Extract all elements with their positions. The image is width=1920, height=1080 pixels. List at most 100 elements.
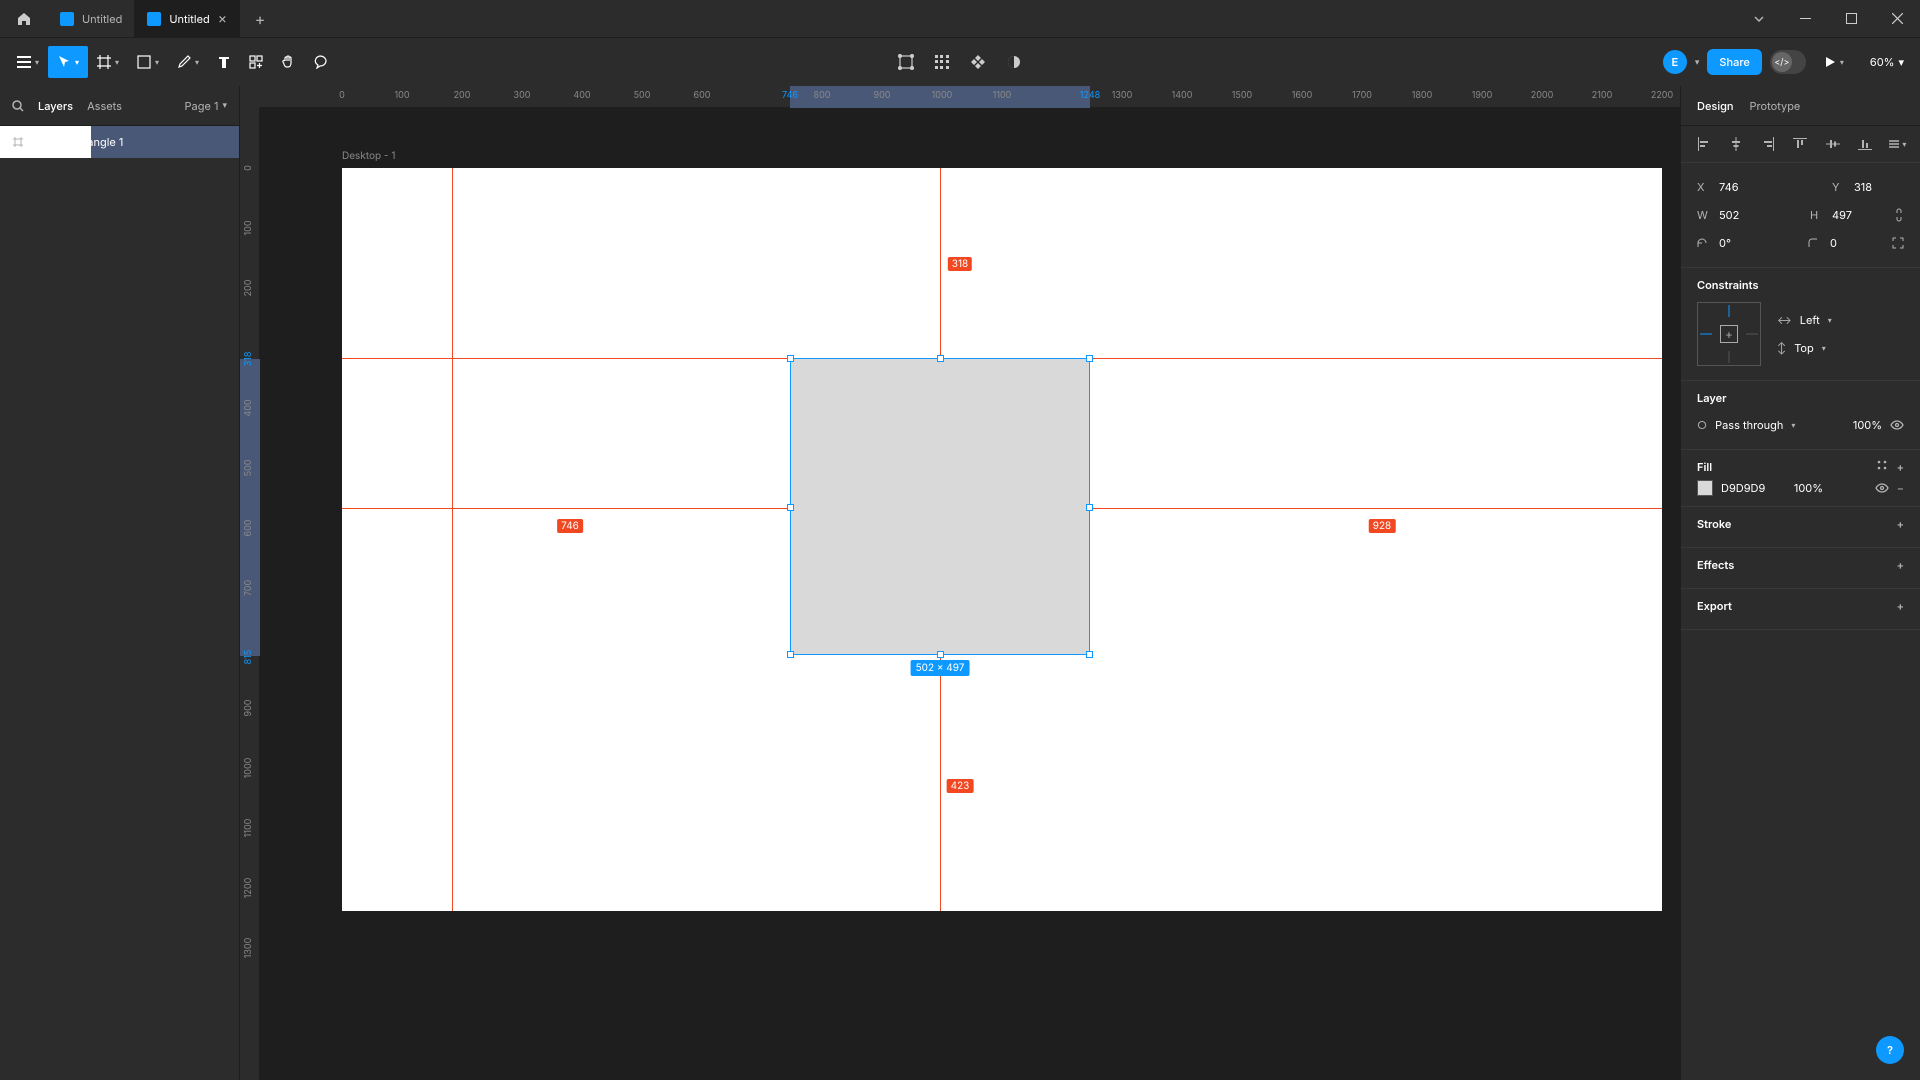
edit-object-icon[interactable] xyxy=(890,46,922,78)
ruler-tick: 815 xyxy=(243,650,254,665)
ruler-tick: 200 xyxy=(243,280,254,297)
tidy-icon[interactable]: ▾ xyxy=(1882,132,1912,156)
prototype-tab[interactable]: Prototype xyxy=(1750,99,1801,113)
visibility-icon[interactable] xyxy=(1890,420,1904,430)
resize-handle-n[interactable] xyxy=(937,355,944,362)
w-input[interactable] xyxy=(1719,208,1769,222)
assets-tab[interactable]: Assets xyxy=(87,99,122,113)
new-tab-button[interactable]: + xyxy=(240,0,280,37)
pen-tool[interactable]: ▾ xyxy=(168,46,208,78)
frame-label[interactable]: Desktop - 1 xyxy=(342,150,395,162)
fill-hex-input[interactable] xyxy=(1721,481,1775,495)
remove-fill-icon[interactable]: − xyxy=(1897,481,1904,495)
ruler-vertical[interactable]: 0 100 200 318 400 500 600 700 815 900 10… xyxy=(240,108,260,1080)
shape-tool[interactable]: ▾ xyxy=(128,46,168,78)
radius-input[interactable] xyxy=(1830,236,1880,250)
zoom-control[interactable]: 60%▾ xyxy=(1862,55,1912,69)
file-tab-2[interactable]: Untitled × xyxy=(135,0,240,38)
boolean-icon[interactable] xyxy=(998,46,1030,78)
blend-mode-select[interactable]: Pass through xyxy=(1715,418,1783,432)
ruler-tick: 500 xyxy=(634,90,651,101)
close-tab-icon[interactable]: × xyxy=(218,10,227,27)
h-input[interactable] xyxy=(1832,208,1882,222)
search-icon[interactable] xyxy=(12,100,24,112)
help-button[interactable]: ? xyxy=(1876,1036,1904,1064)
ruler-tick: 1000 xyxy=(932,90,953,101)
resize-handle-nw[interactable] xyxy=(787,355,794,362)
tab-label: Untitled xyxy=(82,12,122,26)
constraint-v-select[interactable]: Top xyxy=(1794,341,1814,355)
resize-handle-ne[interactable] xyxy=(1086,355,1093,362)
add-effect-icon[interactable]: + xyxy=(1897,558,1904,572)
hand-tool[interactable] xyxy=(272,46,304,78)
selected-rectangle[interactable]: 502 × 497 xyxy=(790,358,1090,655)
add-export-icon[interactable]: + xyxy=(1897,599,1904,613)
present-button[interactable]: ▾ xyxy=(1814,46,1854,78)
file-tab-1[interactable]: Untitled xyxy=(48,0,135,38)
layer-row-frame[interactable]: Desktop - 1 xyxy=(0,126,91,158)
layers-tab[interactable]: Layers xyxy=(38,99,73,113)
ruler-tick: 800 xyxy=(814,90,831,101)
resize-handle-sw[interactable] xyxy=(787,651,794,658)
align-right-icon[interactable] xyxy=(1753,132,1783,156)
layer-opacity-input[interactable] xyxy=(1842,418,1882,432)
share-button[interactable]: Share xyxy=(1707,49,1761,75)
add-fill-icon[interactable]: + xyxy=(1897,460,1904,474)
resources-tool[interactable] xyxy=(240,46,272,78)
dev-mode-toggle[interactable]: </> xyxy=(1770,50,1806,74)
styles-icon[interactable] xyxy=(1877,460,1887,474)
file-icon xyxy=(60,12,74,26)
blend-icon: ○ xyxy=(1697,418,1707,432)
comment-tool[interactable] xyxy=(304,46,336,78)
resize-handle-s[interactable] xyxy=(937,651,944,658)
maximize-button[interactable] xyxy=(1828,0,1874,37)
align-vcenter-icon[interactable] xyxy=(1818,132,1848,156)
distance-label-top: 318 xyxy=(948,257,972,271)
design-tab[interactable]: Design xyxy=(1697,99,1734,113)
create-component-icon[interactable] xyxy=(926,46,958,78)
canvas[interactable]: Desktop - 1 318 746 928 423 502 × 497 xyxy=(260,108,1680,1080)
constraints-section: Constraints + ↔ Left ▾ ↕ Top ▾ xyxy=(1681,268,1920,381)
independent-corners-icon[interactable] xyxy=(1892,237,1904,249)
resize-handle-e[interactable] xyxy=(1086,504,1093,511)
design-frame[interactable]: Desktop - 1 318 746 928 423 502 × 497 xyxy=(342,168,1662,911)
ruler-tick: 300 xyxy=(514,90,531,101)
page-selector[interactable]: Page 1▾ xyxy=(185,99,227,113)
home-button[interactable] xyxy=(0,0,48,37)
toolbar-right: E ▾ Share </> ▾ 60%▾ xyxy=(1663,46,1912,78)
fill-opacity-input[interactable] xyxy=(1783,481,1823,495)
fill-visibility-icon[interactable] xyxy=(1875,483,1889,493)
text-tool[interactable] xyxy=(208,46,240,78)
menu-button[interactable]: ▾ xyxy=(8,46,48,78)
left-panel-header: Layers Assets Page 1▾ xyxy=(0,86,239,126)
y-input[interactable] xyxy=(1854,180,1904,194)
ruler-tick: 100 xyxy=(394,90,409,101)
constrain-proportions-icon[interactable] xyxy=(1894,208,1904,222)
window-controls xyxy=(1736,0,1920,37)
fill-swatch[interactable] xyxy=(1697,480,1713,496)
align-hcenter-icon[interactable] xyxy=(1721,132,1751,156)
layer-section: Layer ○ Pass through ▾ xyxy=(1681,381,1920,450)
mask-icon[interactable] xyxy=(962,46,994,78)
resize-handle-w[interactable] xyxy=(787,504,794,511)
align-bottom-icon[interactable] xyxy=(1850,132,1880,156)
resize-handle-se[interactable] xyxy=(1086,651,1093,658)
ruler-corner xyxy=(240,86,260,108)
add-stroke-icon[interactable]: + xyxy=(1897,517,1904,531)
rotation-input[interactable] xyxy=(1719,236,1769,250)
ruler-tick: 400 xyxy=(243,399,254,416)
minimize-button[interactable] xyxy=(1782,0,1828,37)
constraint-h-select[interactable]: Left xyxy=(1800,313,1820,327)
menu-chevron[interactable] xyxy=(1736,0,1782,37)
page-label: Page 1 xyxy=(185,99,219,113)
align-top-icon[interactable] xyxy=(1785,132,1815,156)
ruler-horizontal[interactable]: 0 100 200 300 400 500 600 746 800 900 10… xyxy=(260,86,1680,108)
avatar-chevron[interactable]: ▾ xyxy=(1695,57,1700,68)
avatar[interactable]: E xyxy=(1663,50,1687,74)
constraints-widget[interactable]: + xyxy=(1697,302,1761,366)
move-tool[interactable]: ▾ xyxy=(48,46,88,78)
frame-tool[interactable]: ▾ xyxy=(88,46,128,78)
x-input[interactable] xyxy=(1719,180,1769,194)
close-window-button[interactable] xyxy=(1874,0,1920,37)
align-left-icon[interactable] xyxy=(1689,132,1719,156)
